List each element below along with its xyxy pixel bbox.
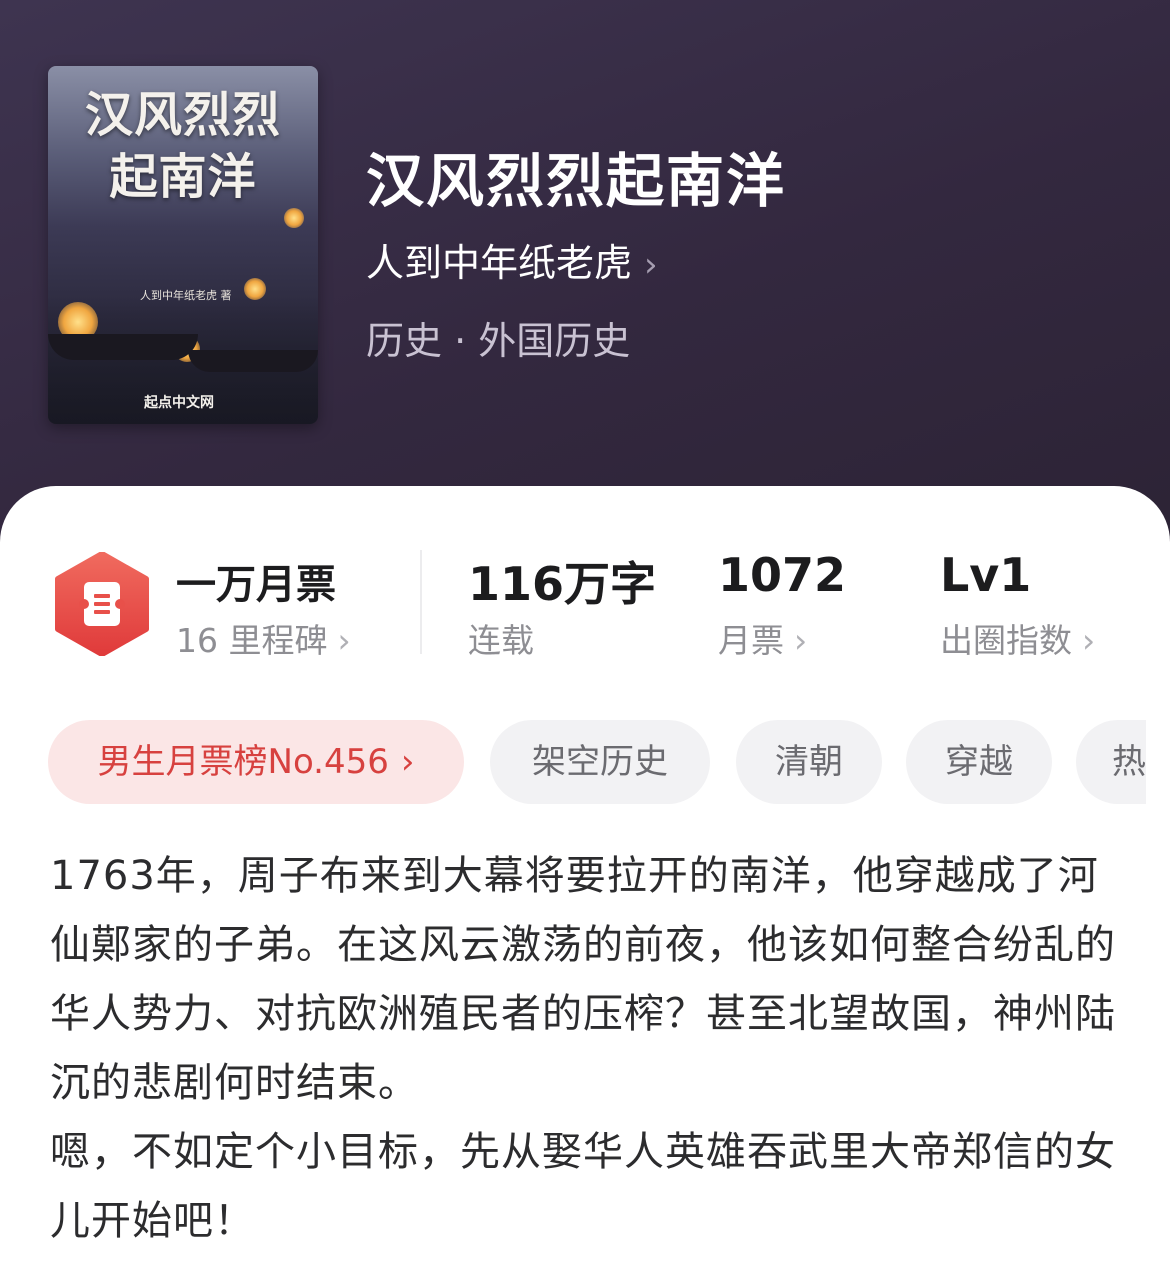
monthly-ticket-count: 1072 — [718, 548, 847, 602]
cover-boat — [188, 350, 318, 372]
stats-divider — [420, 550, 422, 654]
cover-title-line1: 汉风烈烈 — [84, 87, 281, 143]
milestone-title: 一万月票 — [176, 562, 336, 608]
cover-publisher: 起点中文网 — [144, 395, 214, 411]
chevron-right-icon: › — [794, 621, 808, 660]
cover-title: 汉风烈烈 起南洋 — [48, 84, 318, 208]
milestone-link[interactable]: 16 里程碑 › — [176, 614, 351, 662]
word-count: 116万字 — [468, 557, 657, 611]
tag-chip[interactable]: 热 — [1076, 720, 1146, 804]
tag-row: 男生月票榜No.456 › 架空历史 清朝 穿越 热 — [48, 720, 1146, 806]
cover-lantern — [244, 278, 266, 300]
influence-index-label: 出圈指数 — [940, 621, 1072, 660]
cover-author: 人到中年纸老虎 著 — [140, 289, 232, 302]
book-cover[interactable]: 汉风烈烈 起南洋 人到中年纸老虎 著 起点中文网 — [48, 66, 318, 424]
level-value: Lv1 — [940, 548, 1032, 602]
tag-chip[interactable]: 架空历史 — [490, 720, 710, 804]
book-category: 历史 · 外国历史 — [366, 319, 631, 363]
cover-lantern — [284, 208, 304, 228]
rank-tag-label: 男生月票榜No.456 — [97, 742, 389, 782]
author-name: 人到中年纸老虎 — [366, 241, 633, 285]
serial-status: 连载 — [468, 621, 534, 660]
description-paragraph: 嗯，不如定个小目标，先从娶华人英雄吞武里大帝郑信的女儿开始吧！ — [50, 1129, 1116, 1244]
book-title: 汉风烈烈起南洋 — [366, 147, 787, 215]
influence-index-link[interactable]: 出圈指数 › — [940, 614, 1095, 662]
stats-row: 一万月票 16 里程碑 › 116万字 连载 1072 月票 › Lv1 出圈指数 › — [0, 486, 1170, 686]
tag-chip[interactable]: 穿越 — [906, 720, 1052, 804]
monthly-ticket-link[interactable]: 月票 › — [718, 614, 807, 662]
description-paragraph: 1763年，周子布来到大幕将要拉开的南洋，他穿越成了河仙鄚家的子弟。在这风云激荡… — [50, 853, 1116, 1106]
book-header: 汉风烈烈 起南洋 人到中年纸老虎 著 起点中文网 汉风烈烈起南洋 人到中年纸老虎… — [0, 0, 1170, 560]
tag-chip[interactable]: 清朝 — [736, 720, 882, 804]
rank-tag[interactable]: 男生月票榜No.456 › — [48, 720, 464, 804]
chevron-right-icon: › — [400, 742, 415, 782]
chevron-right-icon: › — [337, 621, 351, 660]
author-link[interactable]: 人到中年纸老虎 › — [366, 232, 658, 287]
milestone-count: 16 里程碑 — [176, 621, 328, 660]
monthly-ticket-label: 月票 — [718, 621, 784, 660]
ticket-icon[interactable] — [54, 551, 150, 657]
cover-title-line2: 起南洋 — [109, 149, 257, 205]
chevron-right-icon: › — [1082, 621, 1096, 660]
chevron-right-icon: › — [644, 245, 658, 285]
book-description[interactable]: 1763年，周子布来到大幕将要拉开的南洋，他穿越成了河仙鄚家的子弟。在这风云激荡… — [50, 842, 1130, 1256]
book-detail-card: 一万月票 16 里程碑 › 116万字 连载 1072 月票 › Lv1 出圈指数 ›… — [0, 486, 1170, 1272]
cover-boat — [48, 334, 198, 360]
